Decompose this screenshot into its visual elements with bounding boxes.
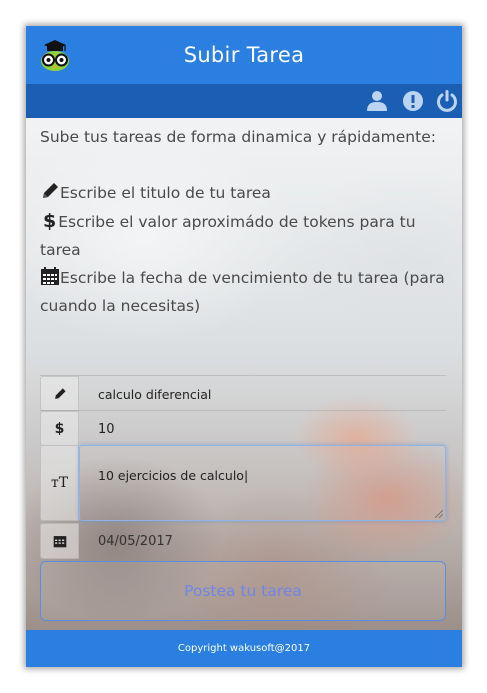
info-icon[interactable] bbox=[401, 89, 425, 113]
instruction-date: Escribe la fecha de vencimiento de tu ta… bbox=[60, 269, 445, 287]
main-content: Sube tus tareas de forma dinamica y rápi… bbox=[26, 118, 462, 630]
title-input[interactable]: calculo diferencial bbox=[98, 387, 211, 402]
post-task-button[interactable]: Postea tu tarea bbox=[40, 561, 446, 621]
calendar-icon bbox=[53, 536, 66, 548]
power-icon[interactable] bbox=[435, 89, 459, 113]
pencil-icon bbox=[54, 387, 66, 399]
description-addon: тT bbox=[40, 445, 79, 521]
user-icon[interactable] bbox=[365, 89, 389, 113]
dollar-icon: $ bbox=[43, 210, 57, 232]
description-field-row: тT 10 ejercicios de calculo| bbox=[40, 445, 446, 521]
tokens-addon: $ bbox=[40, 411, 79, 446]
text-height-icon: тT bbox=[50, 475, 69, 491]
tokens-input[interactable]: 10 bbox=[98, 422, 115, 437]
date-addon bbox=[40, 523, 79, 559]
instruction-tokens: Escribe el valor aproximádo de tokens pa… bbox=[58, 213, 416, 231]
top-header: Subir Tarea bbox=[26, 26, 462, 84]
pencil-icon bbox=[43, 183, 58, 198]
instruction-tokens-cont: tarea bbox=[40, 241, 81, 259]
instructions-heading: Sube tus tareas de forma dinamica y rápi… bbox=[40, 128, 436, 146]
calendar-icon bbox=[41, 267, 59, 285]
app-window: Subir Tarea Sube tus tareas de forma din… bbox=[26, 26, 462, 667]
title-addon bbox=[40, 376, 79, 411]
instruction-date-cont: cuando la necesitas) bbox=[40, 297, 201, 315]
instruction-title: Escribe el titulo de tu tarea bbox=[60, 184, 271, 202]
title-field-row: calculo diferencial bbox=[40, 375, 446, 411]
owl-graduate-icon[interactable] bbox=[36, 36, 74, 74]
description-text: 10 ejercicios de calculo| bbox=[98, 468, 249, 483]
description-textarea[interactable]: 10 ejercicios de calculo| bbox=[79, 445, 446, 521]
footer: Copyright wakusoft@2017 bbox=[26, 630, 462, 667]
action-bar bbox=[26, 84, 462, 118]
page-title: Subir Tarea bbox=[183, 43, 305, 67]
tokens-field-row: $ 10 bbox=[40, 410, 446, 446]
date-field-row: 04/05/2017 bbox=[40, 523, 446, 559]
date-input[interactable]: 04/05/2017 bbox=[98, 534, 173, 549]
resize-handle-icon[interactable] bbox=[435, 510, 443, 518]
dollar-icon: $ bbox=[54, 420, 65, 437]
copyright-text: Copyright wakusoft@2017 bbox=[177, 643, 311, 654]
instructions: Sube tus tareas de forma dinamica y rápi… bbox=[40, 123, 450, 320]
